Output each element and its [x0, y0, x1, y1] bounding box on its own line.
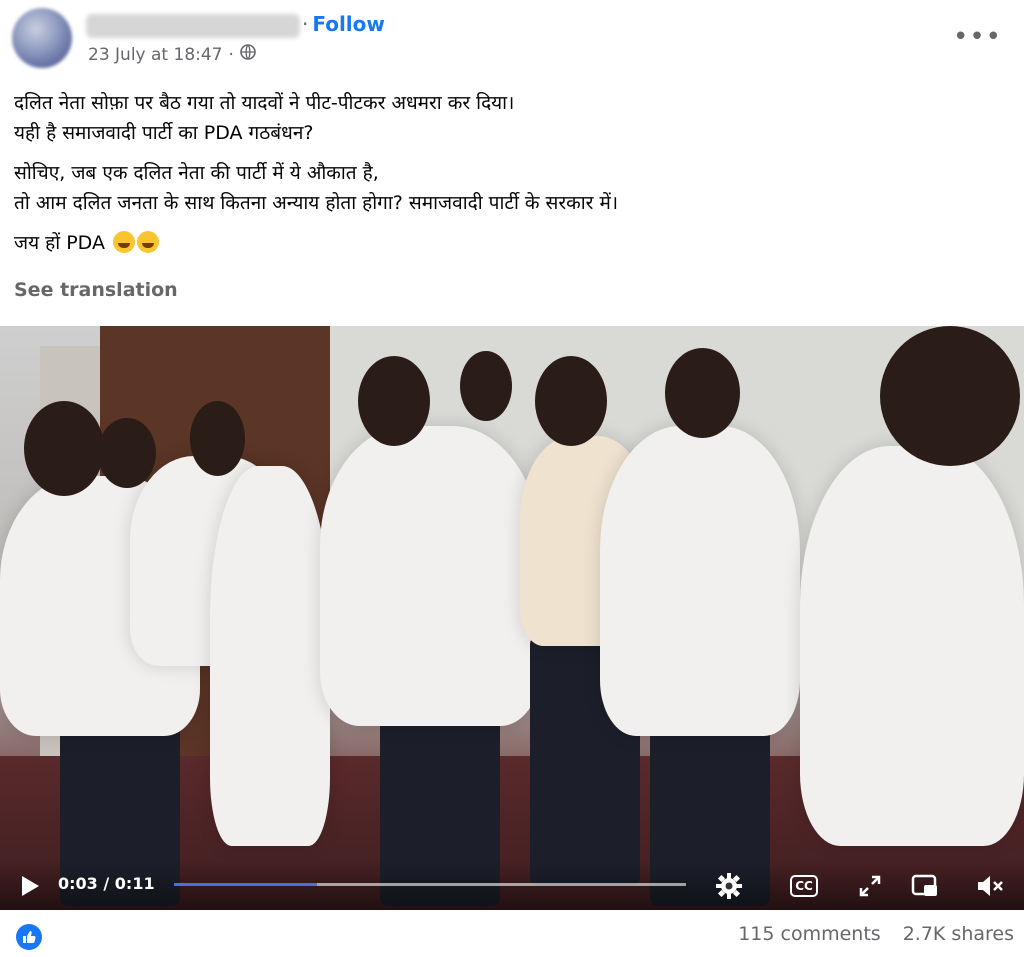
progress-fill	[174, 883, 318, 886]
video-figure	[24, 401, 104, 496]
post-paragraph-3: जय हों PDA	[14, 228, 1004, 258]
video-player[interactable]: 0:03 / 0:11 CC	[0, 326, 1024, 910]
time-separator: /	[103, 874, 110, 893]
post-meta: 23 July at 18:47 ·	[88, 44, 256, 65]
video-figure	[210, 466, 330, 846]
play-icon[interactable]	[14, 870, 46, 902]
video-figure	[358, 356, 430, 446]
follow-separator: ·	[302, 12, 309, 36]
fullscreen-icon[interactable]	[854, 870, 886, 902]
follow-label: Follow	[312, 12, 385, 36]
see-translation-link[interactable]: See translation	[14, 279, 178, 301]
video-figure	[880, 326, 1020, 466]
settings-icon[interactable]	[712, 870, 746, 902]
post-footer: 115 comments 2.7K shares	[0, 910, 1024, 957]
post-paragraph-3-text: जय हों PDA	[14, 232, 105, 254]
video-figure	[320, 426, 540, 726]
picture-in-picture-icon[interactable]	[908, 870, 942, 902]
video-controls: 0:03 / 0:11 CC	[0, 862, 1024, 910]
author-avatar[interactable]	[12, 8, 72, 68]
winking-tongue-emoji	[113, 231, 136, 253]
follow-button[interactable]: · Follow	[302, 12, 385, 36]
video-figure	[665, 348, 740, 438]
video-figure	[460, 351, 512, 421]
post-paragraph-2: सोचिए, जब एक दलित नेता की पार्टी में ये …	[14, 162, 619, 214]
progress-bar[interactable]	[174, 883, 686, 886]
video-figure	[190, 401, 245, 476]
globe-icon	[240, 44, 256, 65]
meta-separator: ·	[228, 44, 234, 65]
video-figure	[98, 418, 156, 488]
volume-muted-icon[interactable]	[972, 870, 1008, 902]
author-name-blurred[interactable]	[86, 14, 300, 38]
captions-icon[interactable]: CC	[786, 870, 822, 902]
more-options-icon[interactable]: •••	[953, 22, 1002, 52]
video-figure	[535, 356, 607, 446]
post-paragraph-1: दलित नेता सोफ़ा पर बैठ गया तो यादवों ने …	[14, 92, 515, 144]
post-timestamp[interactable]: 23 July at 18:47	[88, 45, 223, 65]
like-icon[interactable]	[16, 924, 42, 950]
comments-count[interactable]: 115 comments	[738, 923, 880, 945]
video-figure	[600, 426, 800, 736]
duration: 0:11	[114, 874, 155, 893]
captions-label: CC	[790, 875, 818, 897]
post-text: दलित नेता सोफ़ा पर बैठ गया तो यादवों ने …	[14, 88, 1004, 268]
shares-count[interactable]: 2.7K shares	[903, 923, 1014, 945]
post-header: · Follow 23 July at 18:47 · •••	[0, 0, 1024, 70]
video-figure	[800, 446, 1024, 846]
current-time: 0:03	[58, 874, 98, 893]
tears-of-joy-emoji	[137, 231, 160, 253]
post-stats: 115 comments 2.7K shares	[738, 923, 1014, 945]
video-time: 0:03 / 0:11	[58, 874, 155, 893]
